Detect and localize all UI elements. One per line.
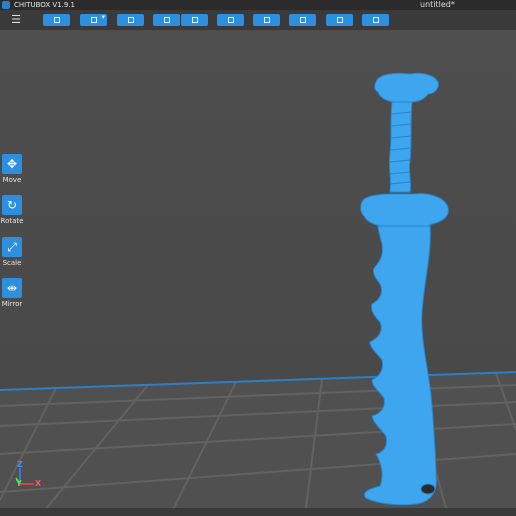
view-front-button[interactable] [153,14,180,26]
document-title: untitled* [420,0,455,9]
scene-canvas[interactable] [0,30,516,516]
mirror-tool[interactable]: ⇹ Mirror [1,278,23,308]
print-button[interactable] [362,14,389,26]
move-tool[interactable]: ✥ Move [1,154,23,184]
support-button[interactable] [253,14,280,26]
rotate-tool[interactable]: ↻ Rotate [1,195,23,225]
top-toolbar: ☰ [0,10,516,30]
scale-label: Scale [2,259,22,267]
view-side-button[interactable] [181,14,208,26]
axis-y-label: Y [16,479,22,488]
save-file-button[interactable] [80,13,107,26]
rotate-label: Rotate [0,217,24,225]
hollow-button[interactable] [289,14,316,26]
mirror-icon[interactable]: ⇹ [2,278,22,298]
axis-x-label: X [35,479,42,488]
rotate-icon[interactable]: ↻ [2,195,22,215]
mirror-label: Mirror [1,300,23,308]
title-bar: CHITUBOX V1.9.1 untitled* [0,0,516,10]
3d-viewport[interactable]: Z Y X ✥ Move ↻ Rotate ⤢ Scale ⇹ Mirror [0,30,516,516]
axis-z-label: Z [17,460,23,469]
scale-tool[interactable]: ⤢ Scale [1,237,23,267]
hamburger-icon[interactable]: ☰ [9,13,23,27]
move-label: Move [2,176,22,184]
app-logo-icon [2,1,10,9]
status-bar [0,508,516,516]
scale-icon[interactable]: ⤢ [2,237,22,257]
build-plate [0,372,516,516]
app-title: CHITUBOX V1.9.1 [14,1,75,9]
layers-button[interactable] [217,14,244,26]
slice-button[interactable] [326,14,353,26]
blade-hole [420,483,436,495]
open-file-button[interactable] [43,14,70,26]
move-icon[interactable]: ✥ [2,154,22,174]
select-all-button[interactable] [117,14,144,26]
